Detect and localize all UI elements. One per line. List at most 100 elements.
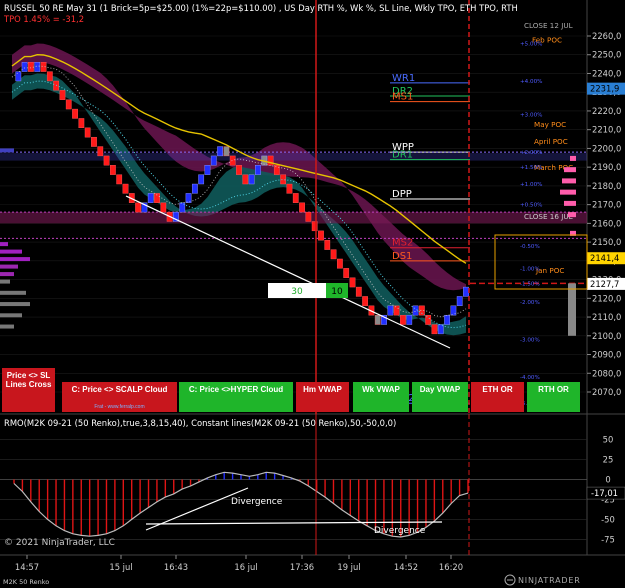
- price-tick-label: 2100,0: [592, 331, 621, 341]
- profile-bar: [0, 257, 30, 262]
- renko-brick: [387, 305, 394, 316]
- divergence-label-1: Divergence: [231, 497, 283, 507]
- price-tick-label: 2250,0: [592, 50, 621, 60]
- time-tick-label: 19 jul: [337, 562, 360, 572]
- time-tick-label: 17:36: [290, 562, 314, 572]
- renko-brick: [355, 286, 362, 297]
- renko-brick: [204, 165, 211, 175]
- hyper-cloud-button[interactable]: C: Price <>HYPER Cloud: [179, 382, 293, 412]
- renko-brick: [431, 324, 438, 335]
- rth-or-label: RTH OR: [538, 385, 569, 394]
- box-left-value: 30: [291, 287, 303, 297]
- renko-brick: [229, 155, 236, 166]
- day-vwap-label: Day VWAP: [419, 385, 461, 394]
- instrument-label: M2K 50 Renko: [3, 578, 49, 586]
- renko-brick: [34, 62, 41, 72]
- renko-brick: [400, 314, 406, 325]
- eth-or-button[interactable]: ETH OR: [471, 382, 524, 412]
- wpp-band: [0, 153, 587, 161]
- wk-vwap-label: Wk VWAP: [362, 385, 400, 394]
- hm-vwap-label: Hm VWAP: [303, 385, 342, 394]
- price-tick-label: 2150,0: [592, 237, 621, 247]
- percent-label: -2.00%: [520, 300, 540, 306]
- ninjatrader-logo: NINJATRADER: [504, 574, 581, 586]
- renko-brick: [84, 127, 91, 138]
- hm-vwap-button[interactable]: Hm VWAP: [296, 382, 349, 412]
- renko-brick: [59, 90, 66, 100]
- close-band: [0, 212, 587, 224]
- renko-brick: [116, 174, 123, 185]
- level-label-wr1: WR1: [392, 73, 415, 84]
- rth-or-button[interactable]: RTH OR: [527, 382, 580, 412]
- wk-vwap-button[interactable]: Wk VWAP: [353, 382, 409, 412]
- time-tick-label: 16:20: [439, 562, 463, 572]
- renko-brick: [343, 268, 350, 278]
- box-right-value: 10: [331, 287, 343, 297]
- renko-brick: [267, 155, 274, 166]
- profile-bar: [0, 272, 14, 277]
- renko-brick: [110, 165, 116, 175]
- profile-bar: [570, 155, 576, 161]
- renko-brick: [425, 314, 432, 325]
- renko-brick: [299, 202, 305, 213]
- price-tick-label: 2240,0: [592, 68, 621, 78]
- profile-bar: [0, 279, 10, 284]
- renko-brick: [248, 174, 255, 185]
- time-axis: 14:57 15 jul 16:43 16 jul 17:36 19 jul 14:52 16…: [15, 555, 463, 572]
- renko-brick: [210, 155, 217, 166]
- renko-brick: [223, 146, 230, 157]
- renko-brick: [21, 62, 28, 72]
- renko-brick: [324, 240, 331, 250]
- price-tick-label: 2120,0: [592, 293, 621, 303]
- level-label-dpp: DPP: [392, 189, 412, 200]
- profile-bar: [0, 249, 22, 254]
- eth-or-label: ETH OR: [482, 385, 513, 394]
- percent-label: -4.00%: [520, 375, 540, 381]
- price-tick-label: 2110,0: [592, 312, 621, 322]
- profile-bar: [0, 324, 14, 329]
- percent-label: +1.50%: [520, 165, 542, 171]
- scalp-cloud-button[interactable]: C: Price <> SCALP Cloud Frat - www.ferra…: [62, 382, 177, 412]
- price-tick-label: 2170,0: [592, 200, 621, 210]
- percent-label: -3.00%: [520, 338, 540, 344]
- poc-label: CLOSE 16 JUL: [524, 212, 573, 221]
- logo-text: NINJATRADER: [518, 576, 581, 585]
- renko-brick: [374, 314, 381, 325]
- osc-tick-label: -75: [601, 534, 615, 544]
- profile-bar: [568, 283, 576, 336]
- profile-bar: [0, 242, 8, 247]
- renko-brick: [72, 108, 78, 119]
- price-tick-label: 2220,0: [592, 106, 621, 116]
- percent-label: -1.50%: [520, 281, 540, 287]
- renko-brick: [412, 305, 419, 316]
- percent-label: -0.50%: [520, 244, 540, 250]
- percent-label: -1.00%: [520, 266, 540, 272]
- level-label-ms2: MS2: [392, 238, 413, 249]
- price-tick-label: 2210,0: [592, 125, 621, 135]
- renko-brick: [91, 136, 97, 147]
- divergence-label-2: Divergence: [374, 526, 426, 536]
- renko-brick: [135, 202, 141, 213]
- price-tick-label: 2180,0: [592, 181, 621, 191]
- chart-canvas: WR1DR2MS1WPPDR1DPPMS2DS1WS2CLOSE 12 JULF…: [0, 0, 625, 586]
- renko-brick: [406, 314, 413, 325]
- renko-brick: [463, 286, 469, 297]
- renko-brick: [97, 146, 104, 157]
- price-sl-button[interactable]: Price <> SL Lines Cross: [2, 368, 55, 412]
- profile-bar: [0, 148, 14, 153]
- renko-brick: [147, 193, 154, 203]
- price-flag-label: 2231,9: [590, 84, 619, 94]
- renko-brick: [198, 174, 205, 185]
- scalp-cloud-sub: Frat - www.ferralp.com: [94, 404, 145, 410]
- osc-last-value: -17,01: [591, 488, 618, 498]
- time-tick-label: 15 jul: [109, 562, 132, 572]
- renko-brick: [15, 71, 22, 82]
- renko-brick: [393, 305, 400, 316]
- chart-header-title2: TPO 1.45% = -31,2: [3, 14, 84, 24]
- poc-label: May POC: [534, 120, 566, 129]
- renko-brick: [78, 118, 85, 129]
- day-vwap-button[interactable]: Day VWAP: [412, 382, 468, 412]
- percent-label: +0.50%: [520, 203, 542, 209]
- renko-brick: [456, 296, 463, 307]
- price-tick-label: 2160,0: [592, 218, 621, 228]
